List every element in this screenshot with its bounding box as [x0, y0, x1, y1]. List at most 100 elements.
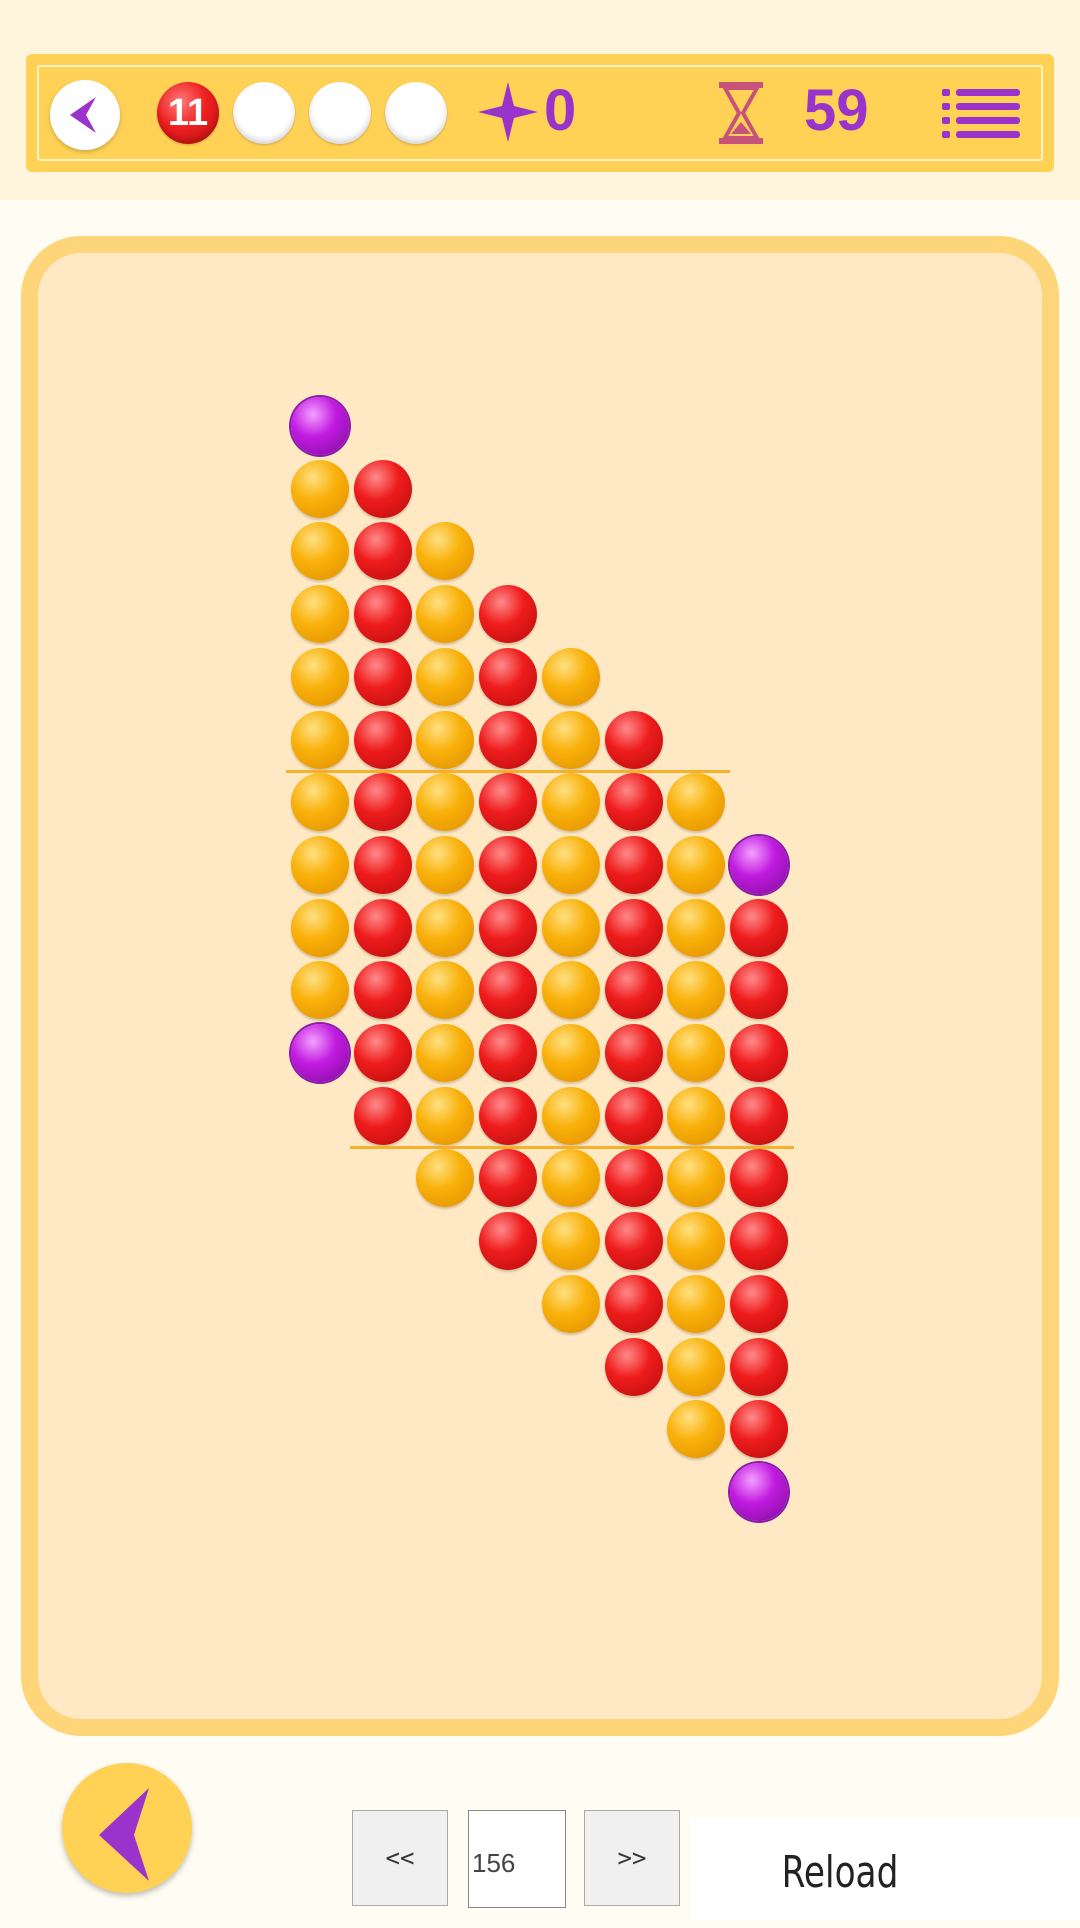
orange-ball[interactable] — [416, 1086, 475, 1145]
red-ball[interactable] — [479, 1086, 538, 1145]
red-ball[interactable] — [479, 898, 538, 957]
red-ball[interactable] — [353, 1086, 412, 1145]
red-ball[interactable] — [604, 710, 663, 769]
orange-ball[interactable] — [291, 961, 349, 1020]
orange-ball[interactable] — [541, 1086, 600, 1145]
back-round-button[interactable] — [62, 1763, 192, 1893]
orange-ball[interactable] — [291, 647, 349, 706]
red-ball[interactable] — [353, 835, 412, 894]
prev-level-button[interactable]: << — [352, 1810, 448, 1906]
ball-slot-3 — [309, 82, 371, 144]
red-ball[interactable] — [479, 647, 538, 706]
red-ball[interactable] — [479, 773, 538, 832]
orange-ball[interactable] — [291, 773, 349, 832]
red-ball[interactable] — [604, 1086, 663, 1145]
red-ball[interactable] — [729, 1149, 788, 1208]
red-ball[interactable] — [479, 1024, 538, 1082]
purple-ball[interactable] — [291, 1024, 349, 1082]
orange-ball[interactable] — [291, 585, 349, 644]
red-ball[interactable] — [353, 898, 412, 957]
red-ball[interactable] — [479, 710, 538, 769]
orange-ball[interactable] — [541, 773, 600, 832]
red-ball[interactable] — [604, 1337, 663, 1396]
orange-ball[interactable] — [667, 1086, 726, 1145]
red-ball[interactable] — [479, 835, 538, 894]
red-ball[interactable] — [604, 773, 663, 832]
orange-ball[interactable] — [416, 898, 475, 957]
red-ball[interactable] — [479, 585, 538, 644]
red-ball[interactable] — [604, 1274, 663, 1333]
hourglass-icon — [719, 82, 763, 144]
ball-slot-1: 11 — [157, 82, 219, 144]
red-ball[interactable] — [604, 1149, 663, 1208]
red-ball[interactable] — [479, 961, 538, 1020]
orange-ball[interactable] — [667, 898, 726, 957]
orange-ball[interactable] — [291, 835, 349, 894]
level-number-input[interactable] — [468, 1810, 566, 1908]
row-divider — [350, 1146, 794, 1149]
back-button[interactable] — [50, 80, 120, 150]
orange-ball[interactable] — [667, 1024, 726, 1082]
orange-ball[interactable] — [291, 898, 349, 957]
orange-ball[interactable] — [541, 1024, 600, 1082]
red-ball[interactable] — [353, 585, 412, 644]
orange-ball[interactable] — [541, 898, 600, 957]
orange-ball[interactable] — [667, 835, 726, 894]
orange-ball[interactable] — [416, 1024, 475, 1082]
red-ball[interactable] — [729, 1024, 788, 1082]
orange-ball[interactable] — [541, 1212, 600, 1271]
orange-ball[interactable] — [667, 1274, 726, 1333]
purple-ball[interactable] — [291, 397, 349, 455]
ball-slot-2 — [233, 82, 295, 144]
ball-slot-4 — [385, 82, 447, 144]
purple-ball[interactable] — [729, 1462, 788, 1521]
orange-ball[interactable] — [416, 647, 475, 706]
red-ball[interactable] — [604, 898, 663, 957]
orange-ball[interactable] — [667, 773, 726, 832]
back-arrow-icon — [70, 97, 96, 133]
score-value: 0 — [544, 78, 577, 143]
red-ball[interactable] — [353, 522, 412, 581]
orange-ball[interactable] — [541, 1274, 600, 1333]
orange-ball[interactable] — [416, 835, 475, 894]
orange-ball[interactable] — [541, 961, 600, 1020]
game-board — [21, 236, 1059, 1736]
red-ball[interactable] — [353, 710, 412, 769]
star-icon — [478, 82, 538, 142]
red-ball[interactable] — [353, 773, 412, 832]
orange-ball[interactable] — [541, 835, 600, 894]
red-ball[interactable] — [729, 1400, 788, 1459]
red-ball[interactable] — [604, 1212, 663, 1271]
red-ball[interactable] — [729, 1212, 788, 1271]
red-ball[interactable] — [729, 961, 788, 1020]
red-ball[interactable] — [729, 1337, 788, 1396]
orange-ball[interactable] — [291, 522, 349, 581]
purple-ball[interactable] — [729, 835, 788, 894]
red-ball[interactable] — [479, 1212, 538, 1271]
orange-ball[interactable] — [541, 1149, 600, 1208]
orange-ball[interactable] — [541, 710, 600, 769]
back-arrow-icon — [99, 1788, 149, 1881]
red-ball[interactable] — [353, 647, 412, 706]
red-ball[interactable] — [729, 1086, 788, 1145]
orange-ball[interactable] — [416, 710, 475, 769]
reload-button[interactable]: Reload — [723, 1818, 957, 1920]
red-ball[interactable] — [604, 1024, 663, 1082]
orange-ball[interactable] — [667, 1400, 726, 1459]
orange-ball[interactable] — [291, 459, 349, 518]
red-ball[interactable] — [353, 1024, 412, 1082]
red-ball[interactable] — [353, 459, 412, 518]
red-ball[interactable] — [729, 898, 788, 957]
orange-ball[interactable] — [667, 1212, 726, 1271]
orange-ball[interactable] — [667, 1337, 726, 1396]
hud-bar: 11 0 59 — [26, 54, 1054, 172]
red-ball[interactable] — [604, 961, 663, 1020]
next-level-button[interactable]: >> — [584, 1810, 680, 1906]
red-ball[interactable] — [729, 1274, 788, 1333]
orange-ball[interactable] — [291, 710, 349, 769]
row-divider — [286, 770, 730, 773]
menu-list-icon[interactable] — [940, 86, 1022, 142]
red-ball[interactable] — [353, 961, 412, 1020]
orange-ball[interactable] — [541, 647, 600, 706]
red-ball[interactable] — [604, 835, 663, 894]
